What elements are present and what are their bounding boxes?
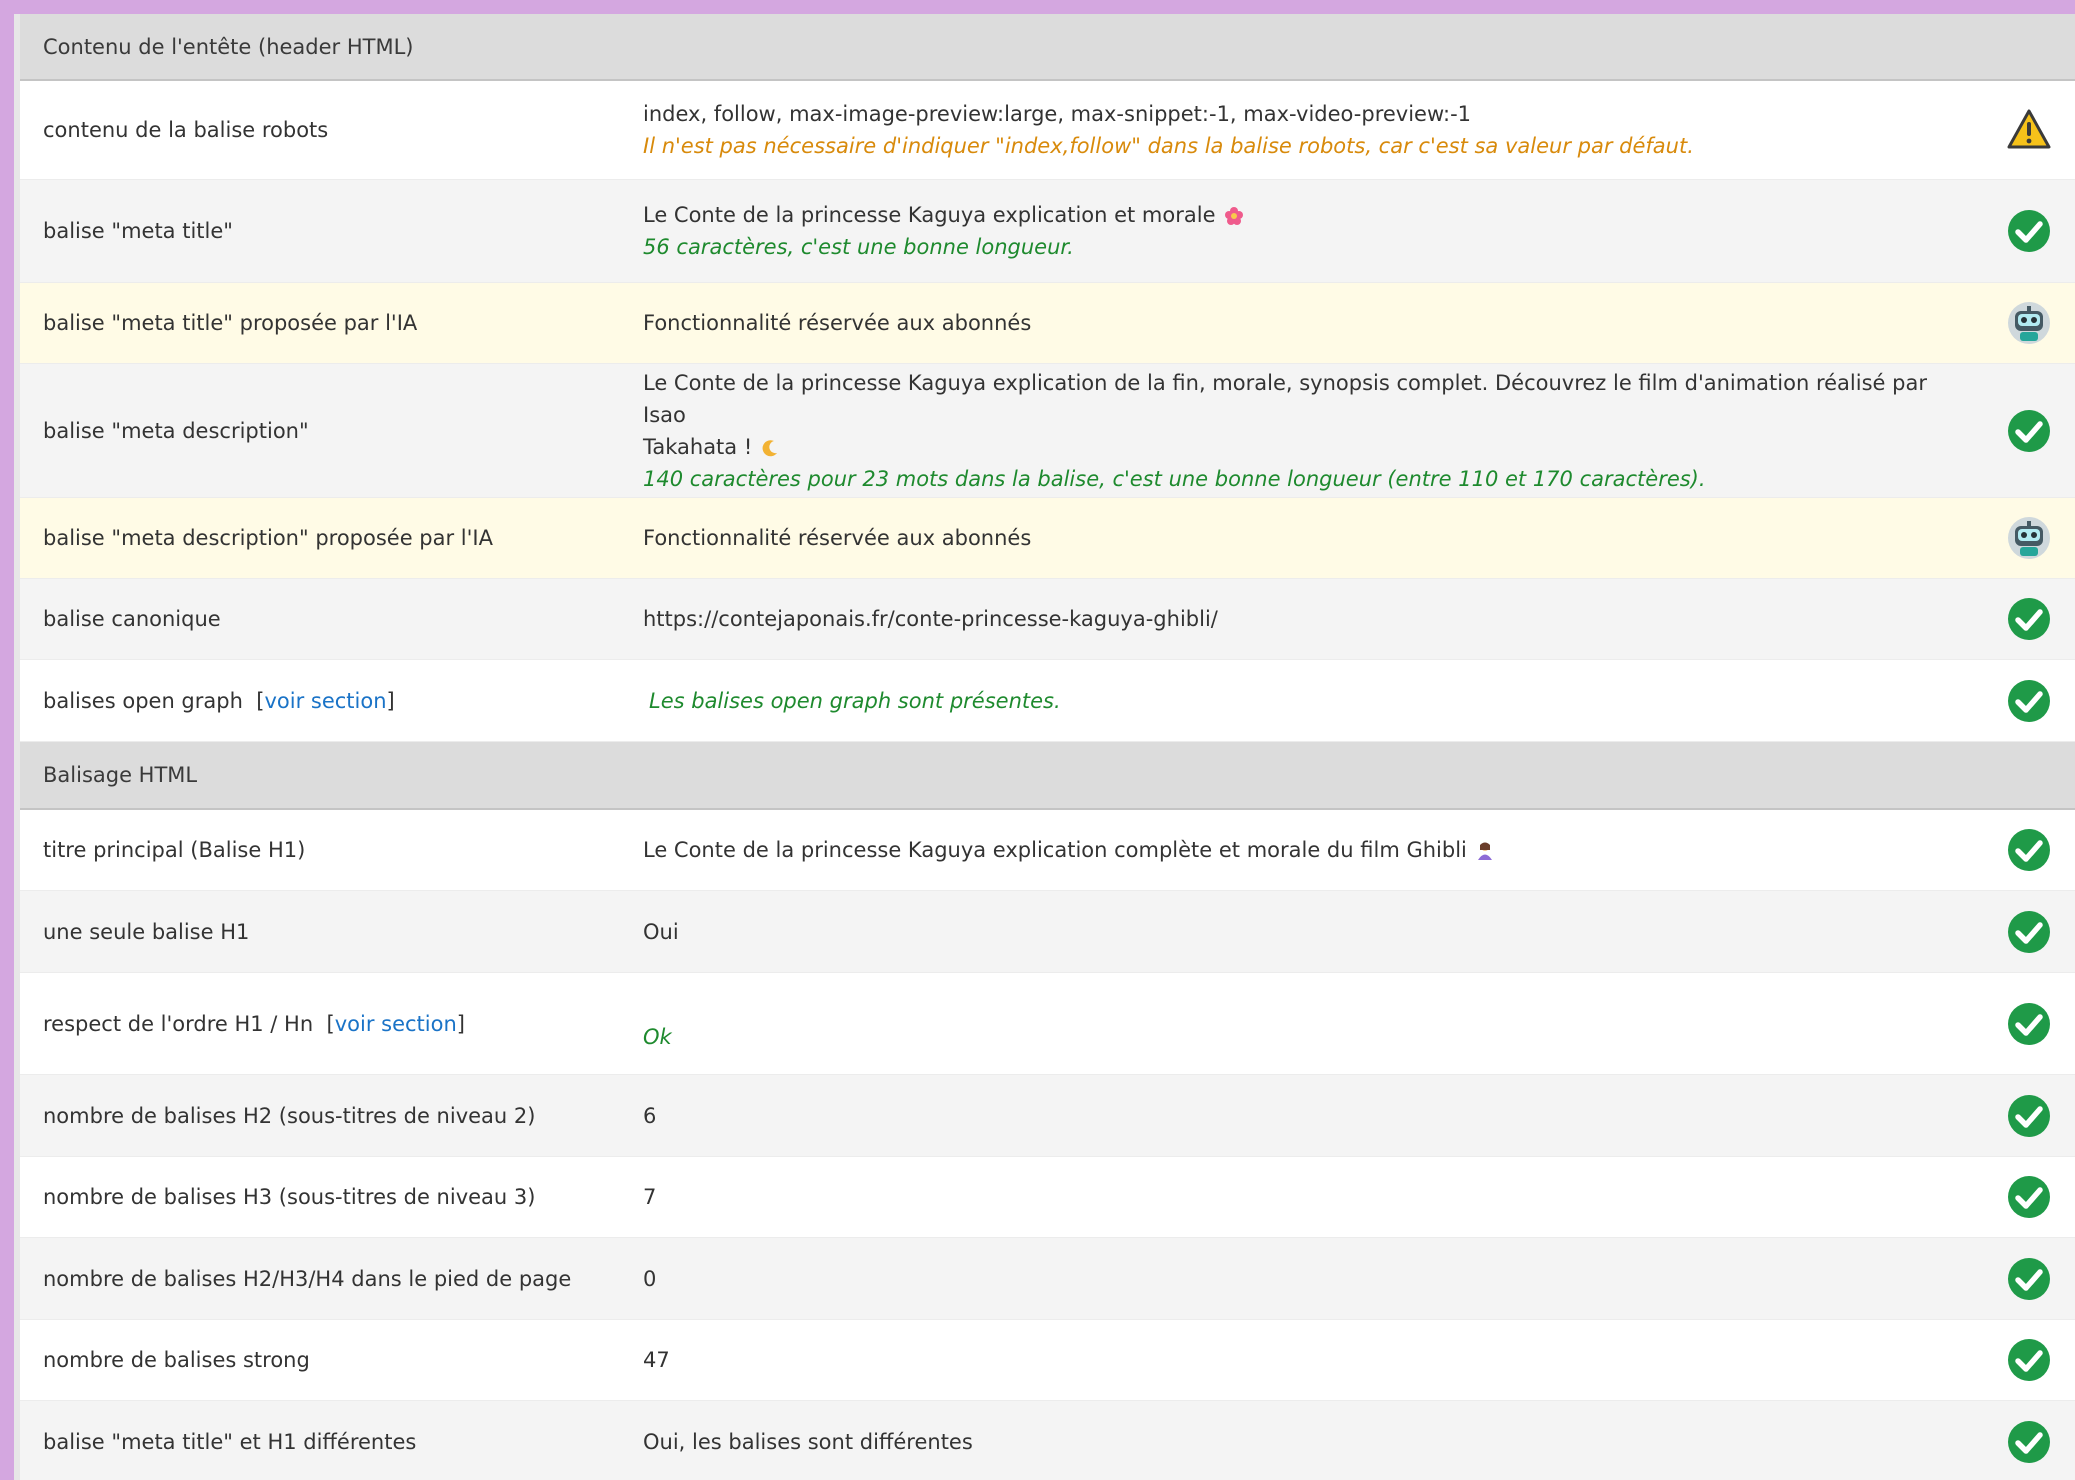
row-value: Fonctionnalité réservée aux abonnés	[643, 526, 1032, 550]
h1-value: Le Conte de la princesse Kaguya explicat…	[643, 838, 1467, 862]
robots-value: index, follow, max-image-preview:large, …	[643, 102, 1472, 126]
seo-report-panel: Contenu de l'entête (header HTML) conten…	[14, 14, 2075, 1480]
row-label: titre principal (Balise H1)	[43, 838, 306, 862]
row-value: Oui	[643, 919, 679, 944]
moon-icon	[760, 438, 780, 458]
princess-icon	[1475, 841, 1495, 861]
row-heading-order: respect de l'ordre H1 / Hn [voir section…	[20, 973, 2075, 1075]
check-circle-icon	[2007, 910, 2051, 954]
check-circle-icon	[2007, 1002, 2051, 1046]
row-label: contenu de la balise robots	[43, 118, 329, 142]
meta-desc-value-line2: Takahata !	[643, 434, 753, 459]
row-label: balise "meta title"	[43, 219, 233, 243]
row-h2-count: nombre de balises H2 (sous-titres de niv…	[20, 1075, 2075, 1157]
warning-icon	[2007, 108, 2051, 152]
check-circle-icon	[2007, 828, 2051, 872]
meta-title-note: 56 caractères, c'est une bonne longueur.	[643, 235, 1074, 259]
row-label: balise "meta title" et H1 différentes	[43, 1429, 417, 1454]
row-label: nombre de balises H2/H3/H4 dans le pied …	[43, 1266, 572, 1291]
row-value: 47	[643, 1348, 670, 1372]
row-label: balises open graph [voir section]	[43, 688, 395, 713]
row-meta-title: balise "meta title" Le Conte de la princ…	[20, 180, 2075, 283]
section-html-title: Balisage HTML	[43, 763, 198, 787]
row-value: index, follow, max-image-preview:large, …	[643, 98, 1976, 162]
check-circle-icon	[2007, 1094, 2051, 1138]
row-footer-headings: nombre de balises H2/H3/H4 dans le pied …	[20, 1238, 2075, 1320]
robots-note: Il n'est pas nécessaire d'indiquer "inde…	[643, 134, 1694, 158]
row-value: Le Conte de la princesse Kaguya explicat…	[643, 367, 1976, 495]
row-label: balise "meta description"	[43, 418, 309, 443]
row-label: une seule balise H1	[43, 919, 250, 944]
robot-icon[interactable]	[2007, 516, 2051, 560]
robot-icon[interactable]	[2007, 301, 2051, 345]
row-label: nombre de balises strong	[43, 1348, 310, 1372]
row-value: 0	[643, 1266, 657, 1291]
check-circle-icon	[2007, 1175, 2051, 1219]
meta-desc-note: 140 caractères pour 23 mots dans la bali…	[643, 466, 1706, 491]
check-circle-icon	[2007, 679, 2051, 723]
row-meta-description: balise "meta description" Le Conte de la…	[20, 364, 2075, 498]
row-value: https://contejaponais.fr/conte-princesse…	[643, 607, 1218, 631]
row-label: respect de l'ordre H1 / Hn [voir section…	[43, 1011, 465, 1036]
row-label: balise "meta description" proposée par l…	[43, 526, 493, 550]
order-value: Ok	[643, 1024, 672, 1049]
row-title-vs-h1: balise "meta title" et H1 différentes Ou…	[20, 1401, 2075, 1480]
open-graph-label: balises open graph	[43, 688, 243, 713]
row-strong-count: nombre de balises strong 47	[20, 1320, 2075, 1401]
row-open-graph: balises open graph [voir section] Les ba…	[20, 660, 2075, 742]
row-meta-description-ai: balise "meta description" proposée par l…	[20, 498, 2075, 579]
check-circle-icon	[2007, 1338, 2051, 1382]
row-value: 6	[643, 1103, 657, 1128]
section-header-title: Contenu de l'entête (header HTML)	[43, 34, 414, 59]
check-circle-icon	[2007, 409, 2051, 453]
row-value: Les balises open graph sont présentes.	[643, 685, 1976, 717]
row-h1: titre principal (Balise H1) Le Conte de …	[20, 810, 2075, 891]
check-circle-icon	[2007, 1420, 2051, 1464]
row-robots: contenu de la balise robots index, follo…	[20, 81, 2075, 180]
row-value: Ok	[643, 995, 1976, 1053]
row-label: balise "meta title" proposée par l'IA	[43, 311, 418, 335]
row-value: 7	[643, 1185, 657, 1209]
row-label: nombre de balises H3 (sous-titres de niv…	[43, 1185, 536, 1209]
section-html-head: Balisage HTML	[20, 742, 2075, 810]
row-label: balise canonique	[43, 607, 221, 631]
row-value: Le Conte de la princesse Kaguya explicat…	[643, 834, 1976, 866]
row-value: Le Conte de la princesse Kaguya explicat…	[643, 199, 1976, 263]
row-single-h1: une seule balise H1 Oui	[20, 891, 2075, 973]
row-meta-title-ai: balise "meta title" proposée par l'IA Fo…	[20, 283, 2075, 364]
row-canonical: balise canonique https://contejaponais.f…	[20, 579, 2075, 660]
section-header-head: Contenu de l'entête (header HTML)	[20, 14, 2075, 81]
meta-desc-value-line1: Le Conte de la princesse Kaguya explicat…	[643, 370, 1927, 427]
open-graph-section-link[interactable]: voir section	[264, 689, 386, 713]
flower-icon	[1224, 206, 1244, 226]
order-section-link[interactable]: voir section	[335, 1012, 457, 1036]
row-h3-count: nombre de balises H3 (sous-titres de niv…	[20, 1157, 2075, 1238]
check-circle-icon	[2007, 209, 2051, 253]
row-label: nombre de balises H2 (sous-titres de niv…	[43, 1103, 536, 1128]
order-label: respect de l'ordre H1 / Hn	[43, 1011, 314, 1036]
row-value: Oui, les balises sont différentes	[643, 1429, 973, 1454]
meta-title-value: Le Conte de la princesse Kaguya explicat…	[643, 203, 1216, 227]
check-circle-icon	[2007, 1257, 2051, 1301]
row-value: Fonctionnalité réservée aux abonnés	[643, 311, 1032, 335]
open-graph-note: Les balises open graph sont présentes.	[649, 688, 1061, 713]
check-circle-icon	[2007, 597, 2051, 641]
